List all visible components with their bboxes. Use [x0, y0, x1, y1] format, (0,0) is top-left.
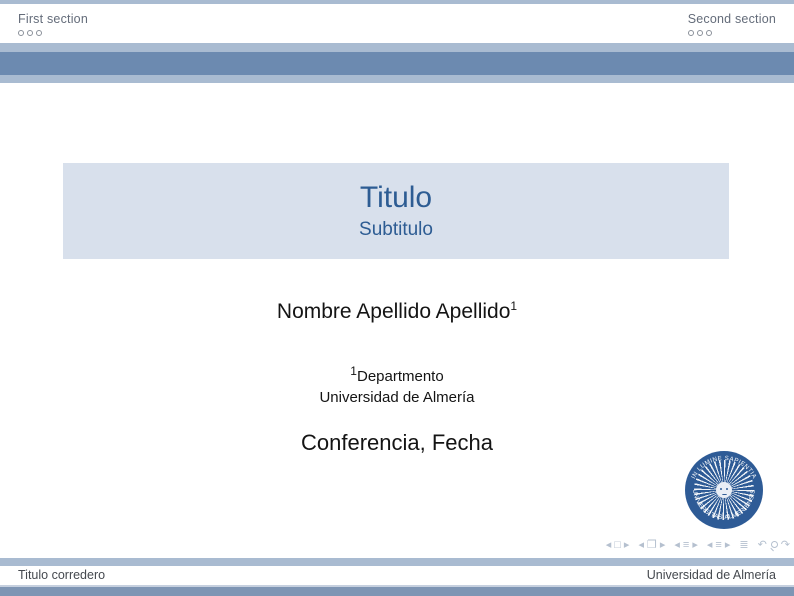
author-name: Nombre Apellido Apellido1 — [0, 299, 794, 324]
mini-frame-dot[interactable] — [18, 30, 24, 36]
footer-institution: Universidad de Almería — [647, 568, 776, 582]
title-box: Titulo Subtitulo — [63, 163, 729, 259]
footer-bottom-band — [0, 587, 794, 596]
next-subsection-icon[interactable]: ▸ — [725, 539, 731, 552]
footer-short-title: Titulo corredero — [18, 568, 105, 582]
section-nav-group: ◂ ≡ ▸ — [674, 539, 697, 552]
institute-university: Universidad de Almería — [0, 387, 794, 408]
prev-subsection-icon[interactable]: ◂ — [707, 539, 713, 552]
svg-text:UNIVERSITAS ALMERIENSIS: UNIVERSITAS ALMERIENSIS — [691, 489, 757, 521]
institute-block: 1Departmento Universidad de Almería — [0, 361, 794, 408]
beamer-slide: First section Second section Titulo Subt… — [0, 0, 794, 596]
next-slide-icon[interactable]: ▸ — [624, 539, 630, 552]
frame-icon[interactable]: □ — [614, 539, 621, 552]
next-section-icon[interactable]: ▸ — [692, 539, 698, 552]
beamer-navigation-bar: ◂ □ ▸ ◂ ❐ ▸ ◂ ≡ ▸ ◂ ≡ ▸ ≣ ↶ ↷ — [606, 539, 790, 552]
next-frame-icon[interactable]: ▸ — [660, 539, 666, 552]
mini-frame-dot[interactable] — [706, 30, 712, 36]
history-nav-group: ↶ ↷ — [758, 539, 790, 552]
institute-footnote-mark: 1 — [350, 364, 357, 378]
section-nav-first: First section — [18, 12, 88, 36]
author-footnote-mark: 1 — [510, 299, 517, 313]
presentation-subtitle: Subtitulo — [359, 220, 433, 239]
institute-department-line: 1Departmento — [0, 361, 794, 387]
slide-nav-group: ◂ □ ▸ — [606, 539, 630, 552]
section-link-first[interactable]: First section — [18, 12, 88, 26]
overlay-frames-icon[interactable]: ❐ — [647, 539, 657, 552]
prev-slide-icon[interactable]: ◂ — [606, 539, 612, 552]
footer-light-band — [0, 558, 794, 566]
svg-text:IN LUMINE SAPIENTIA: IN LUMINE SAPIENTIA — [690, 455, 758, 480]
header-steel-band — [0, 52, 794, 75]
presentation-title: Titulo — [360, 183, 432, 213]
subsection-nav-group: ◂ ≡ ▸ — [707, 539, 730, 552]
mini-frame-dots-first — [18, 30, 42, 36]
subsection-list-icon[interactable]: ≡ — [715, 539, 721, 552]
section-link-second[interactable]: Second section — [688, 12, 776, 26]
seal-motto-bottom: UNIVERSITAS ALMERIENSIS — [691, 489, 757, 521]
conference-date: Conferencia, Fecha — [0, 430, 794, 456]
header-light-band-lower — [0, 75, 794, 83]
seal-motto-top: IN LUMINE SAPIENTIA — [690, 455, 758, 480]
header-light-band — [0, 43, 794, 52]
author-name-text: Nombre Apellido Apellido — [277, 300, 510, 323]
mini-frame-dots-second — [688, 30, 712, 36]
section-nav-second: Second section — [688, 12, 776, 36]
mini-frame-dot[interactable] — [697, 30, 703, 36]
appendix-icon[interactable]: ≣ — [739, 539, 748, 552]
mini-frame-dot[interactable] — [27, 30, 33, 36]
prev-section-icon[interactable]: ◂ — [674, 539, 680, 552]
frame-nav-group: ◂ ❐ ▸ — [638, 539, 665, 552]
seal-motto-text: IN LUMINE SAPIENTIA UNIVERSITAS ALMERIEN… — [685, 451, 763, 529]
appendix-nav-group: ≣ — [739, 539, 748, 552]
prev-frame-icon[interactable]: ◂ — [638, 539, 644, 552]
search-icon[interactable] — [770, 541, 778, 550]
mini-frame-dot[interactable] — [688, 30, 694, 36]
footer-strip: Titulo corredero Universidad de Almería — [0, 566, 794, 585]
header-section-strip: First section Second section — [0, 4, 794, 43]
institute-department: Departmento — [357, 368, 444, 385]
section-list-icon[interactable]: ≡ — [683, 539, 689, 552]
go-forward-icon[interactable]: ↷ — [781, 539, 790, 552]
go-back-icon[interactable]: ↶ — [758, 539, 767, 552]
university-seal-logo: IN LUMINE SAPIENTIA UNIVERSITAS ALMERIEN… — [685, 451, 763, 529]
mini-frame-dot[interactable] — [36, 30, 42, 36]
